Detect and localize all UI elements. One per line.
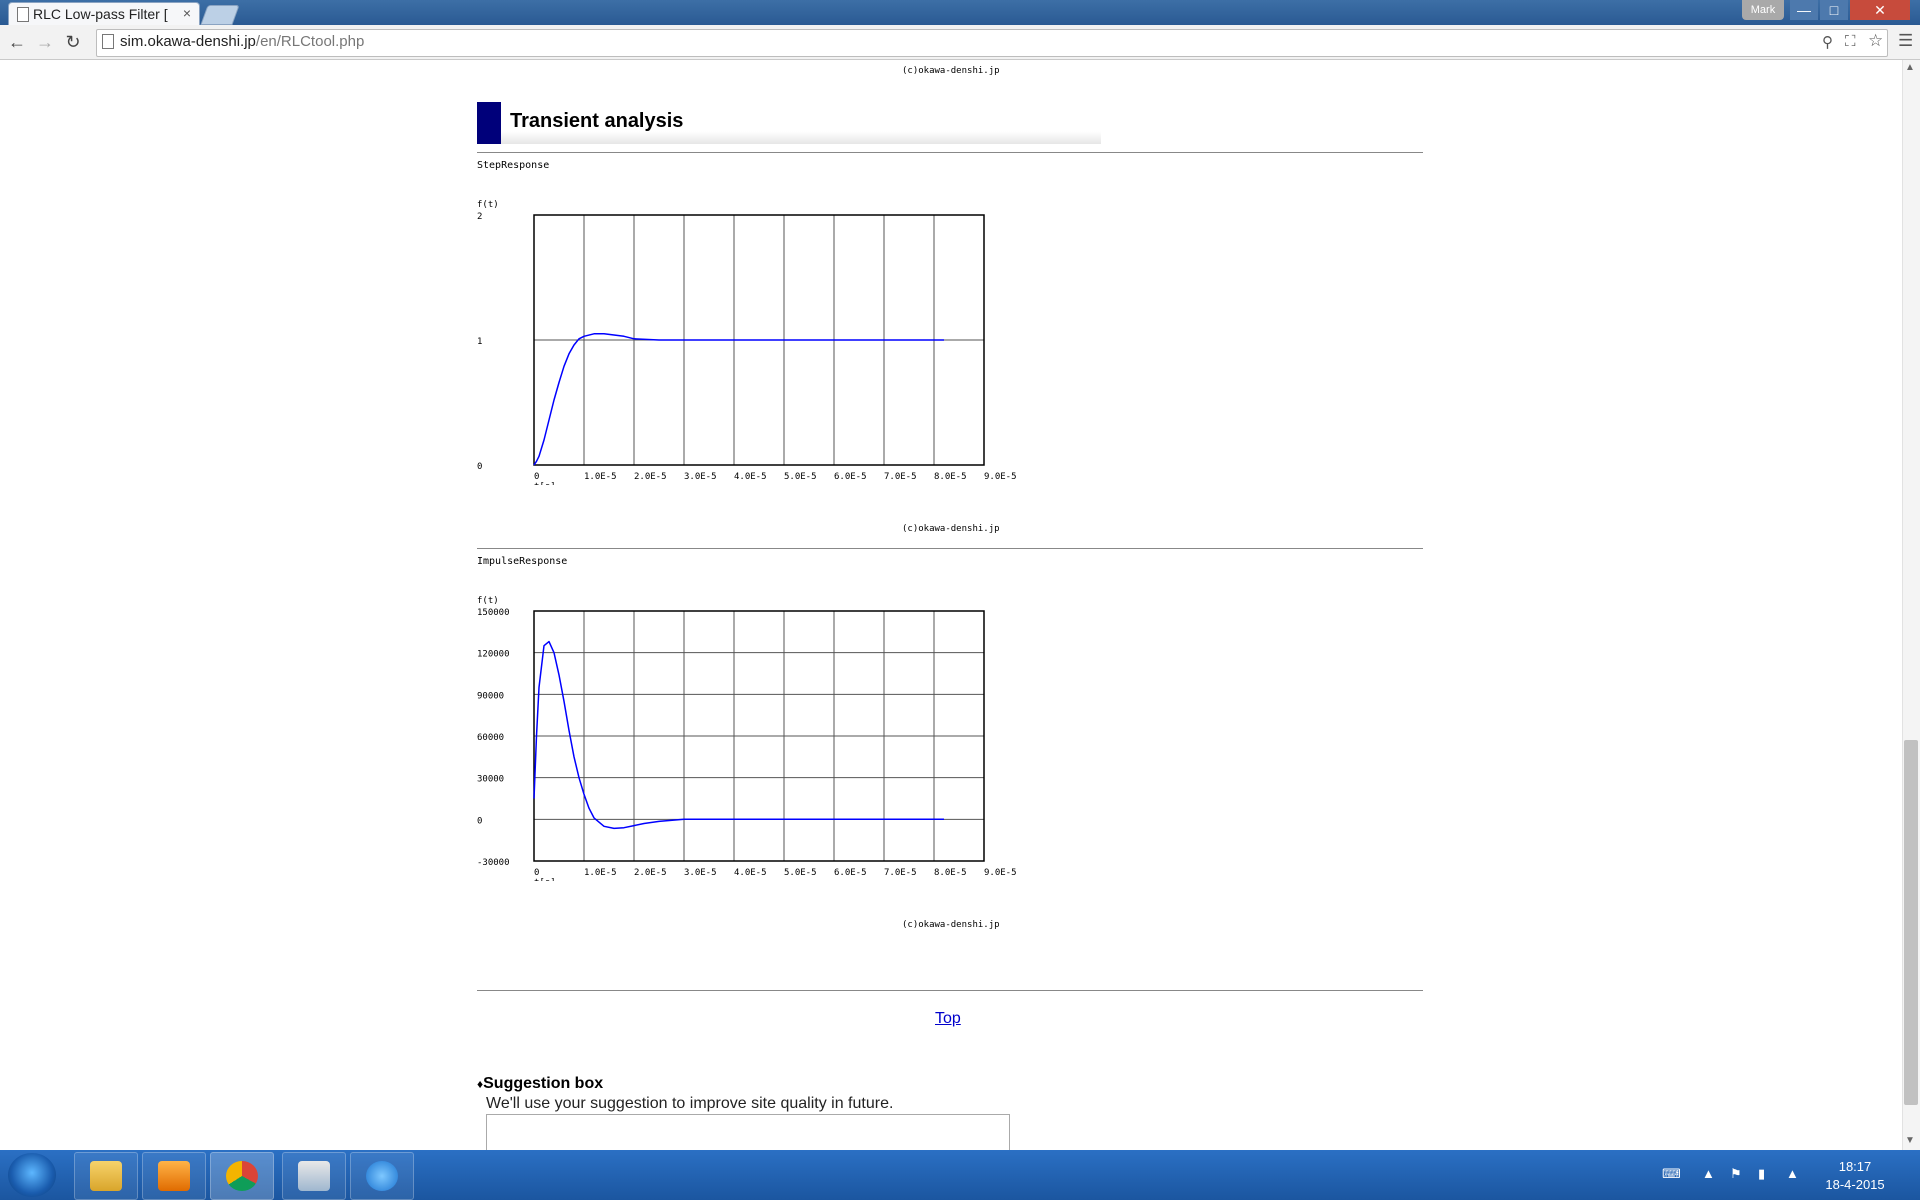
x-tick-label: 2.0E-5 bbox=[634, 868, 667, 878]
x-tick-label: 1.0E-5 bbox=[584, 472, 617, 482]
start-button[interactable] bbox=[8, 1153, 56, 1197]
x-tick-label: 8.0E-5 bbox=[934, 868, 967, 878]
x-tick-label: 9.0E-5 bbox=[984, 868, 1017, 878]
clock-time: 18:17 bbox=[1838, 1159, 1872, 1174]
x-tick-label: 0 bbox=[534, 868, 539, 878]
show-hidden-icons-icon[interactable]: ▲ bbox=[1702, 1166, 1715, 1181]
impulse-response-chart: 150000 120000 90000 60000 30000 0 -30000 f(t) 0 1… bbox=[477, 596, 1017, 881]
profile-button[interactable]: Mark bbox=[1742, 0, 1784, 20]
url-host: sim.okawa-denshi.jp bbox=[120, 33, 256, 50]
series-line bbox=[533, 640, 944, 830]
internet-explorer-taskbar-button[interactable] bbox=[350, 1152, 414, 1200]
x-axis-label: t[s] bbox=[534, 878, 556, 881]
x-tick-label: 2.0E-5 bbox=[634, 472, 667, 482]
forward-arrow-icon[interactable]: → bbox=[34, 31, 56, 53]
suggestion-title-text: Suggestion box bbox=[483, 1075, 604, 1092]
control-panel-taskbar-button[interactable] bbox=[282, 1152, 346, 1200]
copyright-text: (c)okawa-denshi.jp bbox=[902, 524, 1000, 534]
zoom-icon[interactable]: ⚲ bbox=[1822, 33, 1833, 51]
media-player-taskbar-button[interactable] bbox=[142, 1152, 206, 1200]
media-player-icon bbox=[158, 1161, 190, 1191]
x-tick-label: 3.0E-5 bbox=[684, 868, 717, 878]
minimize-button[interactable]: — bbox=[1790, 0, 1818, 20]
network-icon[interactable]: ▲ bbox=[1786, 1166, 1799, 1181]
x-tick-label: 3.0E-5 bbox=[684, 472, 717, 482]
x-tick-label: 0 bbox=[534, 472, 539, 482]
divider bbox=[477, 990, 1423, 991]
translate-icon[interactable]: ⛶ bbox=[1845, 33, 1856, 50]
battery-icon[interactable]: ▮ bbox=[1758, 1166, 1765, 1182]
x-tick-label: 5.0E-5 bbox=[784, 868, 817, 878]
suggestion-description: We'll use your suggestion to improve sit… bbox=[486, 1095, 894, 1112]
scroll-down-arrow-icon[interactable]: ▼ bbox=[1905, 1135, 1915, 1146]
page-info-icon[interactable] bbox=[102, 34, 114, 49]
y-tick-label: -30000 bbox=[477, 858, 510, 868]
x-tick-label: 7.0E-5 bbox=[884, 472, 917, 482]
address-bar[interactable] bbox=[96, 29, 1888, 57]
y-axis-label: f(t) bbox=[477, 596, 499, 606]
clock-date: 18-4-2015 bbox=[1825, 1177, 1885, 1192]
y-tick-label: 0 bbox=[477, 816, 482, 826]
y-tick-label: 60000 bbox=[477, 733, 504, 743]
scrollbar-thumb[interactable] bbox=[1904, 740, 1918, 1105]
page-icon bbox=[17, 7, 29, 22]
clock[interactable]: 18:17 18-4-2015 bbox=[1800, 1158, 1910, 1194]
x-tick-label: 1.0E-5 bbox=[584, 868, 617, 878]
y-tick-label: 1 bbox=[477, 337, 482, 347]
section-header-marker bbox=[477, 102, 501, 144]
x-tick-label: 4.0E-5 bbox=[734, 472, 767, 482]
y-tick-label: 150000 bbox=[477, 608, 510, 618]
chart-title: StepResponse bbox=[477, 160, 550, 171]
folder-icon bbox=[90, 1161, 122, 1191]
menu-icon[interactable]: ☰ bbox=[1898, 31, 1913, 51]
tab-title: RLC Low-pass Filter [ bbox=[33, 6, 168, 22]
chart-title: ImpulseResponse bbox=[477, 556, 568, 567]
y-tick-label: 0 bbox=[477, 462, 482, 472]
url-path: /en/RLCtool.php bbox=[255, 33, 365, 50]
y-tick-label: 30000 bbox=[477, 775, 504, 785]
x-tick-label: 6.0E-5 bbox=[834, 472, 867, 482]
x-tick-label: 8.0E-5 bbox=[934, 472, 967, 482]
internet-explorer-icon bbox=[366, 1161, 398, 1191]
y-axis-label: f(t) bbox=[477, 200, 499, 210]
top-link[interactable]: Top bbox=[935, 1010, 961, 1028]
chrome-taskbar-button[interactable] bbox=[210, 1152, 274, 1200]
y-tick-label: 90000 bbox=[477, 691, 504, 701]
tab-close-icon[interactable]: × bbox=[183, 5, 191, 21]
copyright-text: (c)okawa-denshi.jp bbox=[902, 920, 1000, 930]
y-tick-label: 120000 bbox=[477, 650, 510, 660]
close-window-button[interactable]: ✕ bbox=[1850, 0, 1910, 20]
suggestion-title: ♦Suggestion box bbox=[477, 1075, 603, 1093]
divider bbox=[477, 548, 1423, 549]
browser-title-bar bbox=[0, 0, 1920, 25]
copyright-text: (c)okawa-denshi.jp bbox=[902, 66, 1000, 76]
control-panel-icon bbox=[298, 1161, 330, 1191]
step-response-chart: 2 1 0 f(t) 0 1.0E-5 2.0E-5 3.0E-5 4.0E-5 5.0E-5 6.… bbox=[477, 200, 1017, 485]
chrome-icon bbox=[226, 1161, 258, 1191]
back-arrow-icon[interactable]: ← bbox=[6, 31, 28, 53]
url-text[interactable]: sim.okawa-denshi.jp/en/RLCtool.php bbox=[120, 33, 364, 50]
bookmark-star-icon[interactable]: ☆ bbox=[1868, 31, 1883, 51]
scroll-up-arrow-icon[interactable]: ▲ bbox=[1905, 62, 1915, 73]
action-center-flag-icon[interactable]: ⚑ bbox=[1730, 1166, 1742, 1182]
x-tick-label: 4.0E-5 bbox=[734, 868, 767, 878]
y-tick-label: 2 bbox=[477, 212, 482, 222]
maximize-button[interactable]: □ bbox=[1820, 0, 1848, 20]
explorer-taskbar-button[interactable] bbox=[74, 1152, 138, 1200]
browser-tab[interactable]: RLC Low-pass Filter [ × bbox=[8, 2, 200, 26]
x-tick-label: 9.0E-5 bbox=[984, 472, 1017, 482]
section-title: Transient analysis bbox=[510, 110, 684, 132]
x-tick-label: 5.0E-5 bbox=[784, 472, 817, 482]
divider bbox=[477, 152, 1423, 153]
series-line bbox=[533, 333, 944, 466]
x-tick-label: 7.0E-5 bbox=[884, 868, 917, 878]
keyboard-icon[interactable]: ⌨ bbox=[1662, 1166, 1681, 1182]
x-tick-label: 6.0E-5 bbox=[834, 868, 867, 878]
reload-icon[interactable]: ↻ bbox=[62, 31, 84, 53]
x-axis-label: t[s] bbox=[534, 482, 556, 485]
